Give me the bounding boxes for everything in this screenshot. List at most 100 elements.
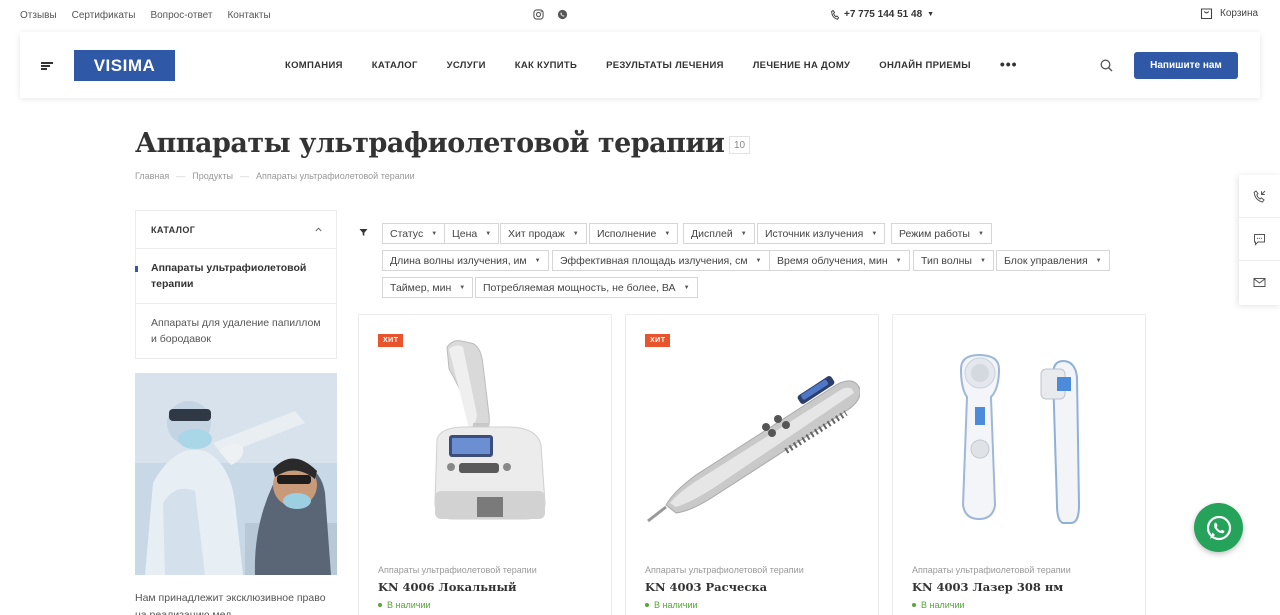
filter-timer[interactable]: Таймер, мин ▼	[382, 277, 474, 298]
menu-icon[interactable]	[41, 62, 53, 70]
nav-item-catalog[interactable]: КАТАЛОГ	[372, 60, 418, 71]
filter-display[interactable]: Дисплей ▼	[683, 223, 755, 244]
write-us-button[interactable]: Напишите нам	[1134, 52, 1238, 79]
chevron-down-icon: ▼	[1095, 257, 1102, 264]
top-link-contacts[interactable]: Контакты	[227, 10, 270, 21]
phone[interactable]: +7 775 144 51 48 ▼	[831, 9, 934, 20]
product-image[interactable]	[379, 335, 593, 535]
filter-power[interactable]: Потребляемая мощность, не более, ВА ▼	[475, 277, 698, 298]
product-name[interactable]: KN 4003 Лазер 308 нм	[912, 580, 1063, 594]
product-card[interactable]: ХИТ Аппараты ультрафиолетовой терапии KN…	[358, 314, 612, 615]
filter-label: Цена	[452, 227, 478, 240]
cart[interactable]: Корзина	[1200, 7, 1258, 20]
product-name[interactable]: KN 4003 Расческа	[645, 580, 767, 594]
filter-wave-type[interactable]: Тип волны ▼	[913, 250, 994, 271]
logo[interactable]: VISIMA	[74, 50, 175, 81]
sidebar-promo-text: Нам принадлежит эксклюзивное право на ре…	[135, 592, 326, 615]
nav-item-how-to-buy[interactable]: КАК КУПИТЬ	[515, 60, 577, 71]
top-link-faq[interactable]: Вопрос-ответ	[150, 10, 212, 21]
chat-icon	[1254, 233, 1265, 246]
promo-photo	[135, 373, 337, 575]
product-category[interactable]: Аппараты ультрафиолетовой терапии	[645, 565, 804, 575]
social-links	[533, 9, 568, 20]
filter-time[interactable]: Время облучения, мин ▼	[769, 250, 910, 271]
filter-label: Блок управления	[1004, 254, 1088, 267]
filter-source[interactable]: Источник излучения ▼	[757, 223, 886, 244]
nav-item-online[interactable]: ОНЛАЙН ПРИЕМЫ	[879, 60, 971, 71]
filter-label: Потребляемая мощность, не более, ВА	[483, 281, 676, 294]
top-link-reviews[interactable]: Отзывы	[20, 10, 57, 21]
whatsapp-icon	[1206, 515, 1231, 540]
filter-label: Источник излучения	[765, 227, 864, 240]
hit-badge: ХИТ	[378, 334, 404, 347]
product-category[interactable]: Аппараты ультрафиолетовой терапии	[912, 565, 1071, 575]
search-icon[interactable]	[1100, 59, 1113, 72]
email-button[interactable]	[1239, 261, 1280, 304]
product-image[interactable]	[913, 335, 1127, 535]
catalog-title: КАТАЛОГ	[151, 224, 196, 235]
filter-label: Исполнение	[597, 227, 657, 240]
product-card[interactable]: Аппараты ультрафиолетовой терапии KN 400…	[892, 314, 1146, 615]
filter-wavelength[interactable]: Длина волны излучения, им ▼	[382, 250, 549, 271]
filter-label: Таймер, мин	[390, 281, 452, 294]
product-image[interactable]	[646, 335, 860, 535]
filter-design[interactable]: Исполнение ▼	[589, 223, 679, 244]
filter-label: Режим работы	[899, 227, 970, 240]
sidebar-item-papilloma[interactable]: Аппараты для удаление папиллом и бородав…	[136, 304, 336, 358]
catalog-header[interactable]: КАТАЛОГ	[136, 211, 336, 249]
chevron-down-icon: ▼	[431, 230, 438, 237]
filter-label: Статус	[390, 227, 424, 240]
chevron-down-icon: ▼	[871, 230, 878, 237]
filter-price[interactable]: Цена ▼	[444, 223, 500, 244]
whatsapp-chat-button[interactable]	[1194, 503, 1243, 552]
filter-label: Дисплей	[691, 227, 733, 240]
product-count-badge: 10	[729, 136, 750, 154]
page-title: Аппараты ультрафиолетовой терапии	[135, 128, 725, 159]
breadcrumb-home[interactable]: Главная	[135, 171, 169, 181]
nav-item-services[interactable]: УСЛУГИ	[447, 60, 486, 71]
floating-contact-panel	[1239, 175, 1280, 305]
chevron-down-icon: ▼	[895, 257, 902, 264]
chevron-down-icon: ▼	[927, 11, 935, 18]
filter-mode[interactable]: Режим работы ▼	[891, 223, 992, 244]
callback-button[interactable]	[1239, 175, 1280, 218]
filter-control-unit[interactable]: Блок управления ▼	[996, 250, 1110, 271]
product-card[interactable]: ХИТ Аппараты ультрафиолетовой терапии KN…	[625, 314, 879, 615]
chevron-down-icon: ▼	[459, 284, 466, 291]
filter-label: Эффективная площадь излучения, см	[560, 254, 748, 267]
product-name[interactable]: KN 4006 Локальный	[378, 580, 517, 594]
chat-button[interactable]	[1239, 218, 1280, 261]
breadcrumb-separator: —	[239, 171, 249, 181]
filter-icon[interactable]	[359, 228, 368, 237]
top-bar: Отзывы Сертификаты Вопрос-ответ Контакты…	[0, 0, 1280, 30]
mail-icon	[1253, 278, 1266, 287]
stock-label: В наличии	[921, 600, 965, 610]
breadcrumb-products[interactable]: Продукты	[192, 171, 233, 181]
phone-number[interactable]: +7 775 144 51 48	[844, 9, 922, 20]
chevron-up-icon[interactable]	[315, 227, 322, 232]
chevron-down-icon: ▼	[755, 257, 762, 264]
cart-label[interactable]: Корзина	[1220, 8, 1258, 19]
nav-more-icon[interactable]: •••	[1000, 57, 1018, 71]
nav-item-company[interactable]: КОМПАНИЯ	[285, 60, 343, 71]
sidebar-item-uv-therapy[interactable]: Аппараты ультрафиолетовой терапии	[135, 249, 336, 304]
instagram-icon[interactable]	[533, 9, 544, 20]
product-category[interactable]: Аппараты ультрафиолетовой терапии	[378, 565, 537, 575]
chevron-down-icon: ▼	[740, 230, 747, 237]
phone-callback-icon	[1253, 189, 1266, 203]
filter-status[interactable]: Статус ▼	[382, 223, 446, 244]
hit-badge: ХИТ	[645, 334, 671, 347]
nav-item-home-treatment[interactable]: ЛЕЧЕНИЕ НА ДОМУ	[753, 60, 851, 71]
main-nav: КОМПАНИЯ КАТАЛОГ УСЛУГИ КАК КУПИТЬ РЕЗУЛ…	[285, 57, 1018, 71]
filter-label: Длина волны излучения, им	[390, 254, 527, 267]
filter-area[interactable]: Эффективная площадь излучения, см ▼	[552, 250, 770, 271]
top-links: Отзывы Сертификаты Вопрос-ответ Контакты	[20, 10, 271, 21]
chevron-down-icon: ▼	[977, 230, 984, 237]
catalog-sidebar: КАТАЛОГ Аппараты ультрафиолетовой терапи…	[135, 210, 337, 359]
stock-label: В наличии	[654, 600, 698, 610]
filter-bestseller[interactable]: Хит продаж ▼	[500, 223, 587, 244]
top-link-certificates[interactable]: Сертификаты	[72, 10, 136, 21]
whatsapp-small-icon[interactable]	[557, 9, 568, 20]
nav-item-results[interactable]: РЕЗУЛЬТАТЫ ЛЕЧЕНИЯ	[606, 60, 724, 71]
chevron-down-icon: ▼	[534, 257, 541, 264]
